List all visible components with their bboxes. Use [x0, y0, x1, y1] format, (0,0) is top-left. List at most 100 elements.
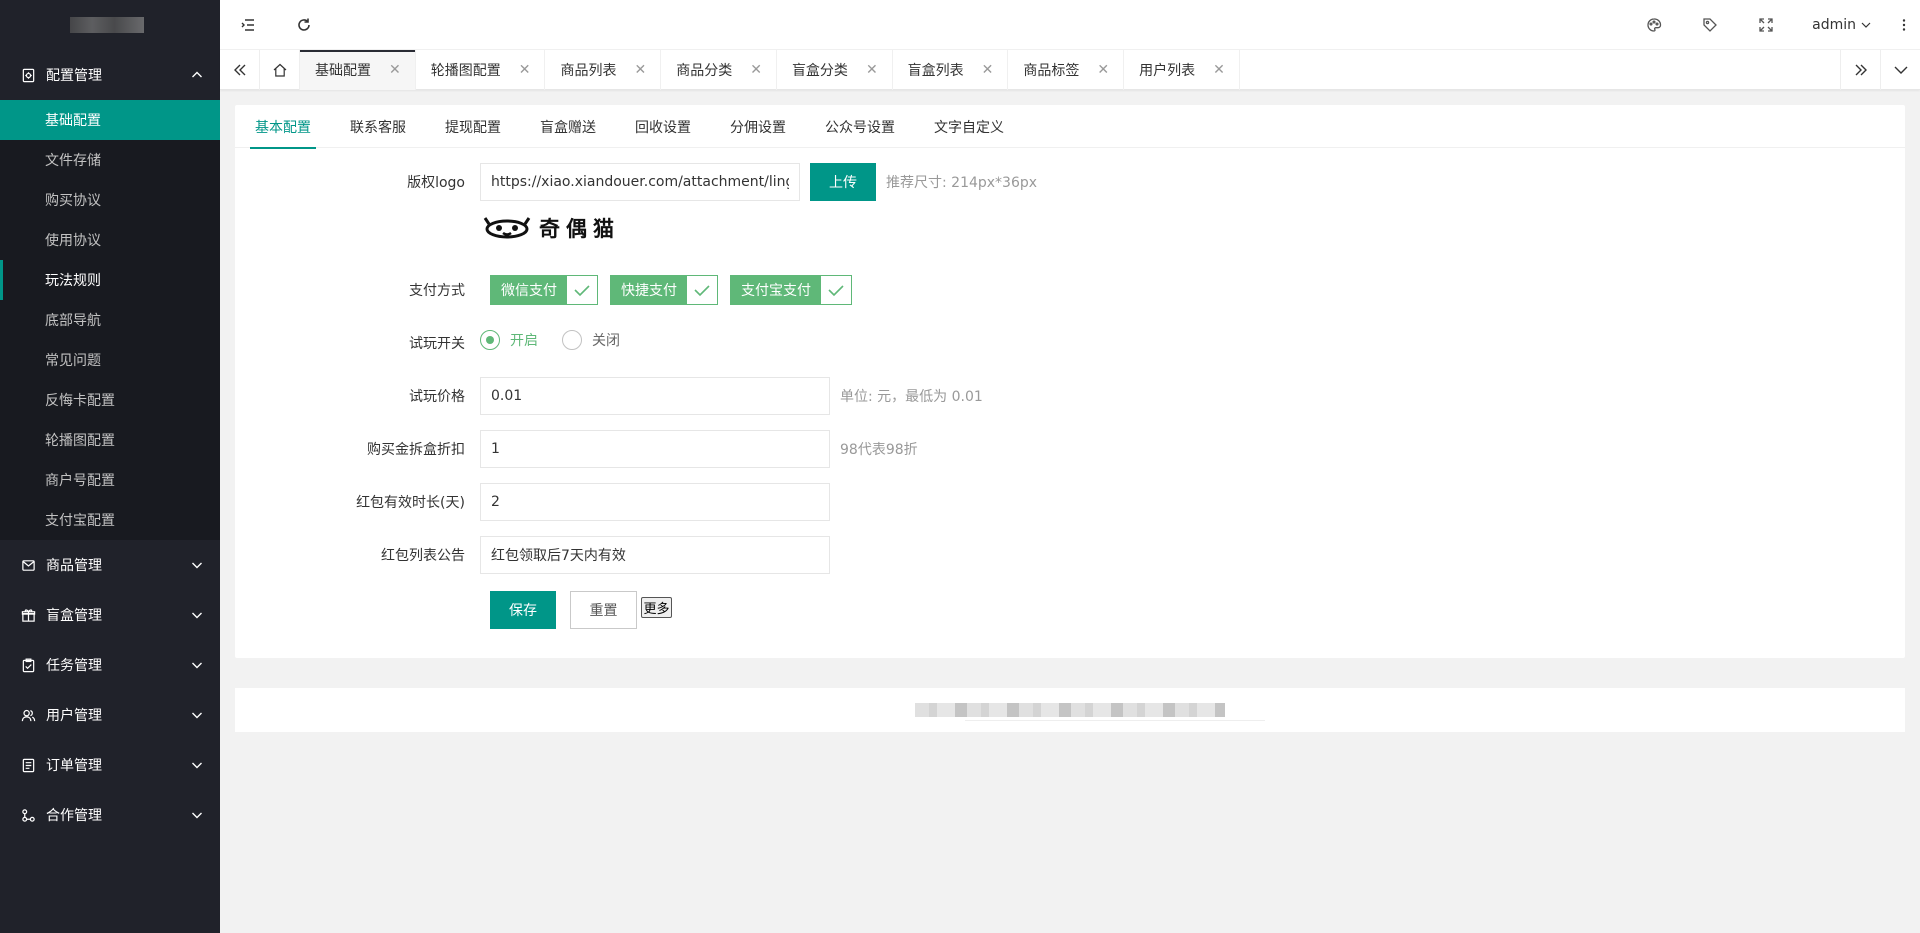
sidebar-item-basic-config[interactable]: 基础配置: [0, 100, 220, 140]
tab-label: 基础配置: [315, 63, 371, 79]
subtab-text-custom[interactable]: 文字自定义: [929, 105, 1009, 148]
subtab-contact[interactable]: 联系客服: [345, 105, 411, 148]
tab-blindbox-list[interactable]: 盲盒列表 ✕: [893, 50, 1009, 90]
subtab-label: 提现配置: [445, 119, 501, 136]
upload-button[interactable]: 上传: [810, 163, 876, 201]
sidebar-item-faq[interactable]: 常见问题: [0, 340, 220, 380]
close-icon[interactable]: ✕: [389, 62, 401, 78]
fullscreen-button[interactable]: [1738, 0, 1794, 50]
subtab-withdraw[interactable]: 提现配置: [440, 105, 506, 148]
chevron-down-icon: [1861, 22, 1871, 28]
tag-button[interactable]: [1682, 0, 1738, 50]
tabs-scroll-right[interactable]: [1840, 50, 1880, 90]
chevron-down-icon: [190, 708, 204, 722]
sidebar-item-carousel[interactable]: 轮播图配置: [0, 420, 220, 460]
menu-head-coop[interactable]: 合作管理: [0, 790, 220, 840]
menu-group-config: 配置管理 基础配置 文件存储 购买协议 使用协议 玩法规则 底部导航 常见问题 …: [0, 50, 220, 540]
menu-head-order[interactable]: 订单管理: [0, 740, 220, 790]
menu-head-task[interactable]: 任务管理: [0, 640, 220, 690]
tab-carousel-config[interactable]: 轮播图配置 ✕: [416, 50, 546, 90]
tabs-bar: 基础配置 ✕ 轮播图配置 ✕ 商品列表 ✕ 商品分类 ✕ 盲盒分类 ✕ 盲盒列表 ✕ 商品标…: [220, 50, 1920, 90]
subtab-label: 联系客服: [350, 119, 406, 136]
sidebar-item-label: 支付宝配置: [45, 513, 115, 529]
pay-alipay-checkbox[interactable]: 支付宝支付: [730, 275, 852, 305]
trial-on-radio[interactable]: 开启: [480, 330, 538, 350]
subtab-label: 文字自定义: [934, 119, 1004, 136]
sidebar-toggle-button[interactable]: [220, 0, 276, 50]
discount-input[interactable]: [480, 430, 830, 468]
tab-label: 商品列表: [560, 63, 617, 79]
sidebar-item-play-rules[interactable]: 玩法规则: [0, 260, 220, 300]
menu-head-goods[interactable]: 商品管理: [0, 540, 220, 590]
checkbox-label: 微信支付: [491, 276, 567, 304]
more-vertical-icon: [1902, 18, 1906, 31]
home-tab[interactable]: [260, 50, 300, 90]
subtab-basic[interactable]: 基本配置: [250, 105, 316, 149]
tab-goods-list[interactable]: 商品列表 ✕: [545, 50, 662, 90]
subtab-gift[interactable]: 盲盒赠送: [535, 105, 601, 148]
tab-basic-config[interactable]: 基础配置 ✕: [300, 50, 416, 90]
reset-button[interactable]: 重置: [570, 591, 637, 629]
menu-head-label: 合作管理: [46, 808, 102, 824]
order-list-icon: [20, 757, 36, 773]
sidebar-item-file-storage[interactable]: 文件存储: [0, 140, 220, 180]
redpack-days-input[interactable]: [480, 483, 830, 521]
users-icon: [20, 707, 36, 723]
subtab-recycle[interactable]: 回收设置: [630, 105, 696, 148]
close-icon[interactable]: ✕: [750, 62, 762, 78]
close-icon[interactable]: ✕: [1213, 62, 1225, 78]
subtab-official-account[interactable]: 公众号设置: [820, 105, 900, 148]
tab-label: 盲盒列表: [907, 63, 964, 79]
close-icon[interactable]: ✕: [982, 62, 994, 78]
logo-url-input[interactable]: [480, 163, 800, 201]
discount-hint: 98代表98折: [840, 442, 918, 458]
close-icon[interactable]: ✕: [866, 62, 878, 78]
tab-blindbox-category[interactable]: 盲盒分类 ✕: [777, 50, 893, 90]
save-button[interactable]: 保存: [490, 591, 556, 629]
logo-hint: 推荐尺寸: 214px*36px: [886, 175, 1038, 191]
subtab-commission[interactable]: 分佣设置: [725, 105, 791, 148]
subtab-label: 基本配置: [255, 119, 311, 136]
trial-price-input[interactable]: [480, 377, 830, 415]
sidebar-item-usage-agreement[interactable]: 使用协议: [0, 220, 220, 260]
close-icon[interactable]: ✕: [634, 62, 646, 78]
sidebar-item-merchant[interactable]: 商户号配置: [0, 460, 220, 500]
user-menu[interactable]: admin: [1794, 17, 1888, 33]
tab-label: 用户列表: [1139, 63, 1196, 79]
logo-preview: 奇偶猫: [483, 213, 620, 243]
tab-goods-tag[interactable]: 商品标签 ✕: [1008, 50, 1125, 90]
menu-head-label: 盲盒管理: [46, 608, 102, 624]
sidebar-item-purchase-agreement[interactable]: 购买协议: [0, 180, 220, 220]
sidebar-logo[interactable]: [0, 0, 220, 50]
menu-head-user[interactable]: 用户管理: [0, 690, 220, 740]
close-icon[interactable]: ✕: [1097, 62, 1109, 78]
trial-off-radio[interactable]: 关闭: [562, 330, 620, 350]
tabs-scroll-left[interactable]: [220, 50, 260, 90]
close-icon[interactable]: ✕: [519, 62, 531, 78]
menu-head-config[interactable]: 配置管理: [0, 50, 220, 100]
user-name: admin: [1812, 16, 1856, 33]
header-right: admin: [1626, 0, 1920, 50]
chevron-down-icon: [190, 808, 204, 822]
radio-label: 开启: [510, 333, 538, 349]
more-menu-button[interactable]: [1888, 0, 1920, 50]
pay-wechat-checkbox[interactable]: 微信支付: [490, 275, 598, 305]
menu-head-blindbox[interactable]: 盲盒管理: [0, 590, 220, 640]
checkbox-label: 快捷支付: [611, 276, 687, 304]
sidebar-item-bottom-nav[interactable]: 底部导航: [0, 300, 220, 340]
sidebar-item-regret-card[interactable]: 反悔卡配置: [0, 380, 220, 420]
chevron-down-icon: [190, 758, 204, 772]
tab-goods-category[interactable]: 商品分类 ✕: [661, 50, 777, 90]
menu-head-label: 配置管理: [46, 68, 102, 84]
more-button[interactable]: 更多: [641, 597, 672, 618]
sidebar-item-alipay[interactable]: 支付宝配置: [0, 500, 220, 540]
refresh-button[interactable]: [276, 0, 332, 50]
fullscreen-icon: [1759, 17, 1773, 32]
redpack-notice-input[interactable]: [480, 536, 830, 574]
logo-image: [70, 17, 144, 33]
theme-button[interactable]: [1626, 0, 1682, 50]
pay-quick-checkbox[interactable]: 快捷支付: [610, 275, 718, 305]
tab-user-list[interactable]: 用户列表 ✕: [1124, 50, 1240, 90]
sidebar-item-label: 常见问题: [45, 353, 101, 369]
tabs-dropdown[interactable]: [1880, 50, 1920, 90]
